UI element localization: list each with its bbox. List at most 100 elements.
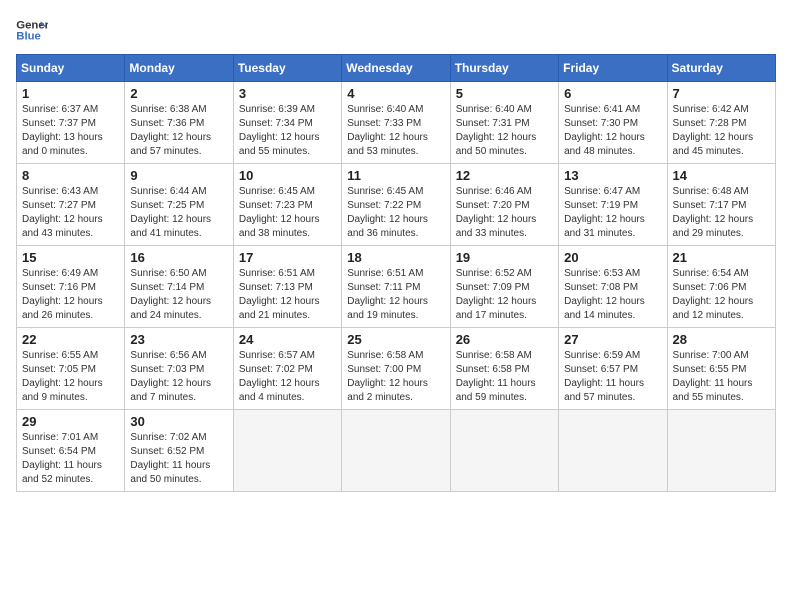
calendar-cell xyxy=(233,410,341,492)
day-number: 9 xyxy=(130,168,227,183)
calendar-cell: 11Sunrise: 6:45 AMSunset: 7:22 PMDayligh… xyxy=(342,164,450,246)
cell-info: Sunrise: 6:41 AMSunset: 7:30 PMDaylight:… xyxy=(564,103,661,159)
calendar-cell: 12 Sunrise: 6:46 AMSunset: 7:20 PMDayligh… xyxy=(450,164,558,246)
calendar-cell: 26 Sunrise: 6:58 AMSunset: 6:58 PMDayligh… xyxy=(450,328,558,410)
calendar-cell: 8 Sunrise: 6:43 AMSunset: 7:27 PMDaylight… xyxy=(17,164,125,246)
cell-info: Sunrise: 6:37 AMSunset: 7:37 PMDaylight:… xyxy=(22,103,119,159)
cell-info: Sunrise: 7:02 AMSunset: 6:52 PMDaylight:… xyxy=(130,431,227,487)
cell-info: Sunrise: 6:58 AMSunset: 6:58 PMDaylight:… xyxy=(456,349,553,405)
calendar-cell: 24 Sunrise: 6:57 AMSunset: 7:02 PMDayligh… xyxy=(233,328,341,410)
day-number: 12 xyxy=(456,168,553,183)
week-row-1: 1 Sunrise: 6:37 AMSunset: 7:37 PMDaylight… xyxy=(17,82,776,164)
cell-info: Sunrise: 6:53 AMSunset: 7:08 PMDaylight:… xyxy=(564,267,661,323)
cell-info: Sunrise: 6:42 AMSunset: 7:28 PMDaylight:… xyxy=(673,103,770,159)
day-number: 3 xyxy=(239,86,336,101)
day-number: 11 xyxy=(347,168,444,183)
week-row-2: 8 Sunrise: 6:43 AMSunset: 7:27 PMDaylight… xyxy=(17,164,776,246)
calendar-cell: 6 Sunrise: 6:41 AMSunset: 7:30 PMDaylight… xyxy=(559,82,667,164)
day-number: 7 xyxy=(673,86,770,101)
calendar-cell: 29 Sunrise: 7:01 AMSunset: 6:54 PMDayligh… xyxy=(17,410,125,492)
day-number: 24 xyxy=(239,332,336,347)
calendar-cell: 23Sunrise: 6:56 AMSunset: 7:03 PMDayligh… xyxy=(125,328,233,410)
day-number: 30 xyxy=(130,414,227,429)
calendar-cell xyxy=(450,410,558,492)
day-number: 10 xyxy=(239,168,336,183)
calendar-cell: 13 Sunrise: 6:47 AMSunset: 7:19 PMDayligh… xyxy=(559,164,667,246)
cell-info: Sunrise: 6:40 AMSunset: 7:33 PMDaylight:… xyxy=(347,103,444,159)
calendar-cell: 21 Sunrise: 6:54 AMSunset: 7:06 PMDayligh… xyxy=(667,246,775,328)
cell-info: Sunrise: 6:58 AMSunset: 7:00 PMDaylight:… xyxy=(347,349,444,405)
calendar-cell: 30 Sunrise: 7:02 AMSunset: 6:52 PMDayligh… xyxy=(125,410,233,492)
cell-info: Sunrise: 6:43 AMSunset: 7:27 PMDaylight:… xyxy=(22,185,119,241)
column-header-friday: Friday xyxy=(559,55,667,82)
column-header-tuesday: Tuesday xyxy=(233,55,341,82)
day-number: 13 xyxy=(564,168,661,183)
day-number: 2 xyxy=(130,86,227,101)
cell-info: Sunrise: 6:54 AMSunset: 7:06 PMDaylight:… xyxy=(673,267,770,323)
day-number: 1 xyxy=(22,86,119,101)
calendar-cell: 7 Sunrise: 6:42 AMSunset: 7:28 PMDaylight… xyxy=(667,82,775,164)
calendar-table: SundayMondayTuesdayWednesdayThursdayFrid… xyxy=(16,54,776,492)
calendar-cell: 28 Sunrise: 7:00 AMSunset: 6:55 PMDayligh… xyxy=(667,328,775,410)
day-number: 23 xyxy=(130,332,227,347)
day-number: 25 xyxy=(347,332,444,347)
cell-info: Sunrise: 6:55 AMSunset: 7:05 PMDaylight:… xyxy=(22,349,119,405)
cell-info: Sunrise: 6:44 AMSunset: 7:25 PMDaylight:… xyxy=(130,185,227,241)
calendar-cell xyxy=(559,410,667,492)
day-number: 18 xyxy=(347,250,444,265)
day-number: 5 xyxy=(456,86,553,101)
cell-info: Sunrise: 6:45 AMSunset: 7:23 PMDaylight:… xyxy=(239,185,336,241)
cell-info: Sunrise: 6:50 AMSunset: 7:14 PMDaylight:… xyxy=(130,267,227,323)
day-number: 21 xyxy=(673,250,770,265)
calendar-cell: 14Sunrise: 6:48 AMSunset: 7:17 PMDayligh… xyxy=(667,164,775,246)
calendar-cell: 1 Sunrise: 6:37 AMSunset: 7:37 PMDaylight… xyxy=(17,82,125,164)
cell-info: Sunrise: 6:40 AMSunset: 7:31 PMDaylight:… xyxy=(456,103,553,159)
cell-info: Sunrise: 6:38 AMSunset: 7:36 PMDaylight:… xyxy=(130,103,227,159)
day-number: 8 xyxy=(22,168,119,183)
cell-info: Sunrise: 6:59 AMSunset: 6:57 PMDaylight:… xyxy=(564,349,661,405)
day-number: 29 xyxy=(22,414,119,429)
column-header-monday: Monday xyxy=(125,55,233,82)
calendar-cell: 10 Sunrise: 6:45 AMSunset: 7:23 PMDayligh… xyxy=(233,164,341,246)
day-number: 19 xyxy=(456,250,553,265)
cell-info: Sunrise: 6:52 AMSunset: 7:09 PMDaylight:… xyxy=(456,267,553,323)
column-header-wednesday: Wednesday xyxy=(342,55,450,82)
page-header: General Blue xyxy=(16,16,776,44)
day-number: 16 xyxy=(130,250,227,265)
day-number: 26 xyxy=(456,332,553,347)
week-row-3: 15Sunrise: 6:49 AMSunset: 7:16 PMDayligh… xyxy=(17,246,776,328)
cell-info: Sunrise: 7:01 AMSunset: 6:54 PMDaylight:… xyxy=(22,431,119,487)
calendar-cell xyxy=(342,410,450,492)
calendar-cell: 27 Sunrise: 6:59 AMSunset: 6:57 PMDayligh… xyxy=(559,328,667,410)
calendar-cell: 18 Sunrise: 6:51 AMSunset: 7:11 PMDayligh… xyxy=(342,246,450,328)
cell-info: Sunrise: 6:51 AMSunset: 7:11 PMDaylight:… xyxy=(347,267,444,323)
calendar-cell: 19 Sunrise: 6:52 AMSunset: 7:09 PMDayligh… xyxy=(450,246,558,328)
day-number: 20 xyxy=(564,250,661,265)
calendar-cell xyxy=(667,410,775,492)
day-number: 27 xyxy=(564,332,661,347)
column-header-sunday: Sunday xyxy=(17,55,125,82)
calendar-cell: 3Sunrise: 6:39 AMSunset: 7:34 PMDaylight… xyxy=(233,82,341,164)
day-number: 28 xyxy=(673,332,770,347)
calendar-cell: 15Sunrise: 6:49 AMSunset: 7:16 PMDayligh… xyxy=(17,246,125,328)
cell-info: Sunrise: 6:48 AMSunset: 7:17 PMDaylight:… xyxy=(673,185,770,241)
cell-info: Sunrise: 6:51 AMSunset: 7:13 PMDaylight:… xyxy=(239,267,336,323)
day-number: 6 xyxy=(564,86,661,101)
calendar-body: 1 Sunrise: 6:37 AMSunset: 7:37 PMDaylight… xyxy=(17,82,776,492)
cell-info: Sunrise: 6:46 AMSunset: 7:20 PMDaylight:… xyxy=(456,185,553,241)
calendar-cell: 2 Sunrise: 6:38 AMSunset: 7:36 PMDaylight… xyxy=(125,82,233,164)
calendar-cell: 20 Sunrise: 6:53 AMSunset: 7:08 PMDayligh… xyxy=(559,246,667,328)
calendar-cell: 25 Sunrise: 6:58 AMSunset: 7:00 PMDayligh… xyxy=(342,328,450,410)
week-row-5: 29 Sunrise: 7:01 AMSunset: 6:54 PMDayligh… xyxy=(17,410,776,492)
calendar-header-row: SundayMondayTuesdayWednesdayThursdayFrid… xyxy=(17,55,776,82)
day-number: 4 xyxy=(347,86,444,101)
cell-info: Sunrise: 6:47 AMSunset: 7:19 PMDaylight:… xyxy=(564,185,661,241)
logo: General Blue xyxy=(16,16,48,44)
calendar-cell: 4 Sunrise: 6:40 AMSunset: 7:33 PMDaylight… xyxy=(342,82,450,164)
cell-info: Sunrise: 6:57 AMSunset: 7:02 PMDaylight:… xyxy=(239,349,336,405)
column-header-saturday: Saturday xyxy=(667,55,775,82)
cell-info: Sunrise: 7:00 AMSunset: 6:55 PMDaylight:… xyxy=(673,349,770,405)
day-number: 22 xyxy=(22,332,119,347)
day-number: 17 xyxy=(239,250,336,265)
week-row-4: 22 Sunrise: 6:55 AMSunset: 7:05 PMDayligh… xyxy=(17,328,776,410)
